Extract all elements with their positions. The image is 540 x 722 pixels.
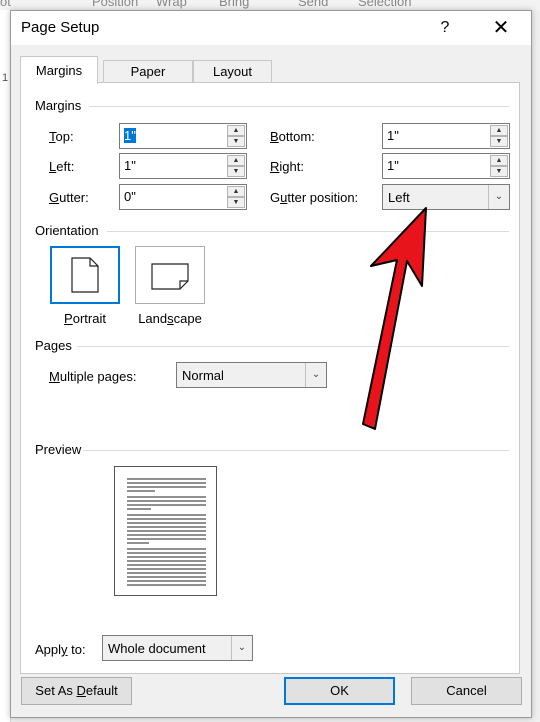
- spin-up-icon[interactable]: ▲: [227, 186, 245, 197]
- apply-to-value: Whole document: [108, 641, 206, 656]
- right-margin-value[interactable]: 1": [387, 158, 399, 173]
- right-label: Right:: [270, 159, 304, 174]
- spin-down-icon[interactable]: ▼: [227, 197, 245, 208]
- spin-up-icon[interactable]: ▲: [227, 155, 245, 166]
- ribbon-send[interactable]: Send: [298, 0, 328, 9]
- tab-margins[interactable]: Margins: [20, 56, 98, 84]
- landscape-page-icon: [151, 263, 189, 290]
- portrait-label[interactable]: Portrait: [45, 311, 125, 326]
- gutter-label: Gutter:: [49, 190, 89, 205]
- preview-divider: [83, 450, 509, 451]
- left-margin-spinner[interactable]: 1" ▲ ▼: [119, 153, 247, 179]
- portrait-page-icon: [71, 257, 99, 293]
- spin-down-icon[interactable]: ▼: [490, 136, 508, 147]
- gutter-value[interactable]: 0": [124, 189, 136, 204]
- gutter-position-label: Gutter position:: [270, 190, 359, 205]
- left-margin-value[interactable]: 1": [124, 158, 136, 173]
- title-bar[interactable]: Page Setup ? ✕: [11, 11, 531, 45]
- spin-down-icon[interactable]: ▼: [227, 136, 245, 147]
- right-margin-spinner[interactable]: 1" ▲ ▼: [382, 153, 510, 179]
- preview-text-lines: [127, 478, 206, 586]
- margins-divider: [89, 106, 509, 107]
- spin-down-icon[interactable]: ▼: [490, 166, 508, 177]
- multiple-pages-value: Normal: [182, 368, 224, 383]
- spin-down-icon[interactable]: ▼: [227, 166, 245, 177]
- ribbon-bring[interactable]: Bring: [219, 0, 249, 9]
- top-label: Top:: [49, 129, 74, 144]
- landscape-label[interactable]: Landscape: [130, 311, 210, 326]
- spin-up-icon[interactable]: ▲: [490, 155, 508, 166]
- chevron-down-icon[interactable]: ⌄: [488, 185, 509, 209]
- dialog-title: Page Setup: [21, 19, 100, 36]
- ok-button[interactable]: OK: [284, 677, 395, 705]
- background-ribbon: ot Position Wrap Bring Send Selection: [0, 0, 540, 10]
- top-margin-value[interactable]: 1": [124, 128, 136, 143]
- ribbon-wrap[interactable]: Wrap: [156, 0, 187, 9]
- top-margin-spinner[interactable]: 1" ▲ ▼: [119, 123, 247, 149]
- multiple-pages-dropdown[interactable]: Normal ⌄: [176, 362, 327, 388]
- apply-to-label: Apply to:: [35, 642, 86, 657]
- annotation-arrow-icon: [362, 207, 427, 430]
- ribbon-edge-text: ot: [0, 0, 11, 9]
- left-label: Left:: [49, 159, 75, 174]
- ribbon-position[interactable]: Position: [92, 0, 138, 9]
- multiple-pages-label: Multiple pages:: [49, 369, 137, 384]
- ribbon-selection[interactable]: Selection: [358, 0, 411, 9]
- bottom-margin-spinner[interactable]: 1" ▲ ▼: [382, 123, 510, 149]
- bottom-label: Bottom:: [270, 129, 315, 144]
- pages-section-label: Pages: [35, 338, 72, 353]
- landscape-option[interactable]: [135, 246, 205, 304]
- line-number: 1: [2, 72, 9, 84]
- chevron-down-icon[interactable]: ⌄: [231, 636, 252, 660]
- preview-page: [114, 466, 217, 596]
- gutter-spinner[interactable]: 0" ▲ ▼: [119, 184, 247, 210]
- help-button[interactable]: ?: [431, 15, 459, 41]
- spin-up-icon[interactable]: ▲: [490, 125, 508, 136]
- portrait-option[interactable]: [50, 246, 120, 304]
- cancel-button[interactable]: Cancel: [411, 677, 522, 705]
- bottom-margin-value[interactable]: 1": [387, 128, 399, 143]
- set-as-default-button[interactable]: Set As Default: [21, 677, 132, 705]
- tab-paper[interactable]: Paper: [103, 60, 193, 82]
- preview-section-label: Preview: [35, 442, 82, 457]
- chevron-down-icon[interactable]: ⌄: [305, 363, 326, 387]
- spin-up-icon[interactable]: ▲: [227, 125, 245, 136]
- tab-layout[interactable]: Layout: [193, 60, 272, 82]
- apply-to-dropdown[interactable]: Whole document ⌄: [102, 635, 253, 661]
- close-button[interactable]: ✕: [483, 14, 519, 42]
- orientation-section-label: Orientation: [35, 223, 99, 238]
- margins-section-label: Margins: [35, 98, 82, 113]
